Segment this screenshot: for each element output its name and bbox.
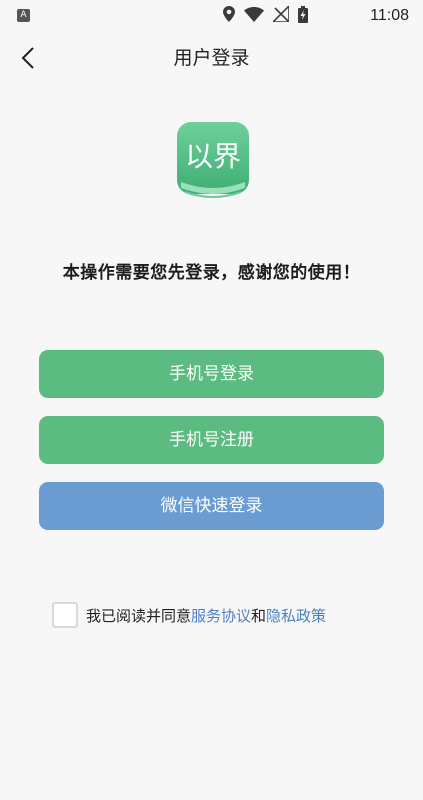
wifi-icon xyxy=(244,6,264,26)
wechat-login-button[interactable]: 微信快速登录 xyxy=(39,482,384,530)
login-screen: A 11:08 用户登录 以界 本操作需要您先登录，感谢您的使用！ 手机号登录 … xyxy=(0,0,423,800)
phone-register-button[interactable]: 手机号注册 xyxy=(39,416,384,464)
no-signal-icon xyxy=(271,4,290,26)
service-agreement-link[interactable]: 服务协议 xyxy=(191,607,251,625)
agreement-prefix: 我已阅读并同意 xyxy=(86,606,192,625)
location-icon xyxy=(223,6,235,26)
privacy-policy-link[interactable]: 隐私政策 xyxy=(266,607,326,625)
page-title: 用户登录 xyxy=(173,47,250,69)
login-required-notice: 本操作需要您先登录，感谢您的使用！ xyxy=(62,263,361,283)
app-logo: 以界 xyxy=(177,122,249,198)
status-icons xyxy=(223,4,308,27)
notification-app-icon: A xyxy=(17,9,30,22)
header-bar: 用户登录 xyxy=(0,36,423,80)
agreement-and: 和 xyxy=(251,606,267,625)
agreement-row: 我已阅读并同意服务协议和隐私政策 xyxy=(52,600,326,630)
phone-login-button[interactable]: 手机号登录 xyxy=(39,350,384,398)
status-bar: A 11:08 xyxy=(0,0,423,32)
status-time: 11:08 xyxy=(370,7,409,24)
agreement-checkbox[interactable] xyxy=(52,602,78,628)
battery-charging-icon xyxy=(298,5,308,27)
svg-text:以界: 以界 xyxy=(185,140,241,173)
agreement-text: 我已阅读并同意服务协议和隐私政策 xyxy=(86,605,326,626)
